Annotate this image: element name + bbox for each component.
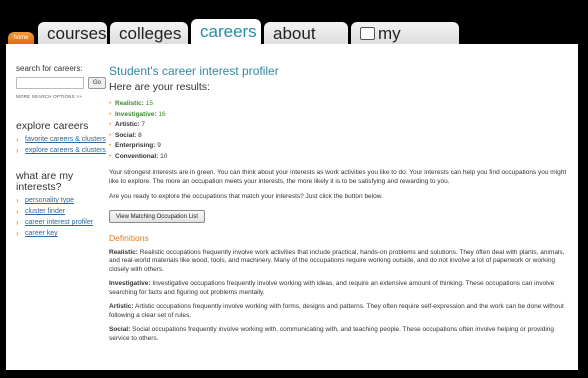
explore-careers-list: › favorite careers & clusters › explore ca… <box>16 136 108 155</box>
tab-careers[interactable]: careers <box>191 19 261 46</box>
definition-realistic: Realistic: Realistic occupations frequen… <box>109 249 571 275</box>
sidebar-item-favorite-careers[interactable]: › favorite careers & clusters <box>16 136 108 144</box>
tab-my-planner[interactable]: my planner <box>351 22 459 67</box>
sidebar-item-label: explore careers & clusters <box>25 147 106 154</box>
result-label: Investigative: <box>115 110 157 118</box>
interests-heading: what are my interests? <box>16 170 74 193</box>
result-value: 10 <box>160 152 168 160</box>
more-search-options-link[interactable]: MORE SEARCH OPTIONS >> <box>16 94 108 99</box>
window-frame: home courses colleges careers about me m… <box>0 0 588 378</box>
arrow-icon: › <box>16 218 19 227</box>
sidebar-item-career-key[interactable]: › career key <box>16 230 108 238</box>
arrow-icon: › <box>16 146 19 155</box>
bullet-icon: • <box>109 110 112 118</box>
sidebar-item-personality-type[interactable]: › personality type <box>16 197 108 205</box>
result-label: Conventional: <box>115 152 159 160</box>
result-value: 16 <box>158 110 166 118</box>
view-matching-occupations-button[interactable]: View Matching Occupation List <box>109 209 205 223</box>
page-title: Student's career interest profiler <box>109 64 279 78</box>
definition-term: Investigative: <box>109 280 151 287</box>
sidebar: search for careers: Go MORE SEARCH OPTIO… <box>16 64 108 241</box>
sidebar-item-label: favorite careers & clusters <box>25 136 106 143</box>
results-list: • Realistic: 15 • Investigative: 16 • Artis… <box>109 99 571 162</box>
result-label: Artistic: <box>115 121 140 128</box>
bullet-icon: • <box>109 100 112 107</box>
tab-about-me[interactable]: about me <box>264 22 348 67</box>
explore-careers-heading: explore careers <box>16 120 89 132</box>
search-label: search for careers: <box>16 64 83 73</box>
result-conventional: • Conventional: 10 <box>109 152 571 163</box>
result-label: Enterprising: <box>115 142 156 149</box>
result-social: • Social: 8 <box>109 131 571 142</box>
planner-icon <box>360 27 375 40</box>
bullet-icon: • <box>109 142 112 149</box>
definition-text: Realistic occupations frequently involve… <box>109 248 565 273</box>
arrow-icon: › <box>16 196 19 205</box>
tab-colleges[interactable]: colleges <box>110 22 188 46</box>
search-input[interactable] <box>16 77 84 89</box>
interests-explanation: Your strongest interests are in green. Y… <box>109 169 567 185</box>
sidebar-item-label: career key <box>25 230 58 237</box>
tab-courses[interactable]: courses <box>38 22 107 46</box>
result-realistic: • Realistic: 15 <box>109 99 571 110</box>
result-value: 7 <box>141 121 145 128</box>
result-value: 8 <box>138 131 142 139</box>
home-tab[interactable]: home <box>8 32 34 44</box>
definition-text: Social occupations frequently involve wo… <box>109 326 555 342</box>
definitions-heading: Definitions <box>109 232 149 243</box>
explore-prompt: Are you ready to explore the occupations… <box>109 193 383 200</box>
definition-investigative: Investigative: Investigative occupations… <box>109 280 571 297</box>
definition-text: Investigative occupations frequently inv… <box>109 280 555 296</box>
bullet-icon: • <box>109 121 112 128</box>
go-button[interactable]: Go <box>88 77 106 89</box>
sidebar-item-label: cluster finder <box>25 208 66 215</box>
arrow-icon: › <box>16 207 19 216</box>
sidebar-item-label: career interest profiler <box>25 219 94 226</box>
result-artistic: • Artistic: 7 <box>109 120 571 131</box>
definition-term: Realistic: <box>109 248 138 256</box>
result-investigative: • Investigative: 16 <box>109 110 571 121</box>
bullet-icon: • <box>109 152 112 160</box>
result-value: 15 <box>145 100 153 107</box>
definition-term: Artistic: <box>109 303 134 310</box>
arrow-icon: › <box>16 229 19 238</box>
sidebar-item-career-interest-profiler[interactable]: › career interest profiler <box>16 219 108 227</box>
top-navigation: home courses colleges careers about me m… <box>6 6 582 67</box>
page-content: search for careers: Go MORE SEARCH OPTIO… <box>6 44 578 370</box>
interests-list: › personality type › cluster finder › caree… <box>16 197 108 238</box>
bullet-icon: • <box>109 131 112 139</box>
result-enterprising: • Enterprising: 9 <box>109 141 571 152</box>
result-label: Social: <box>115 131 137 139</box>
definition-text: Artistic occupations frequently involve … <box>109 303 564 319</box>
arrow-icon: › <box>16 135 19 144</box>
search-row: Go <box>16 77 108 89</box>
sidebar-item-explore-careers[interactable]: › explore careers & clusters <box>16 147 108 155</box>
sidebar-item-cluster-finder[interactable]: › cluster finder <box>16 208 108 216</box>
main-panel: Student's career interest profiler Here … <box>109 64 571 343</box>
result-label: Realistic: <box>115 100 144 107</box>
sidebar-item-label: personality type <box>25 197 75 204</box>
definition-artistic: Artistic: Artistic occupations frequentl… <box>109 303 571 320</box>
result-value: 9 <box>157 142 161 149</box>
definition-social: Social: Social occupations frequently in… <box>109 326 571 343</box>
results-subtitle: Here are your results: <box>109 81 210 93</box>
definition-term: Social: <box>109 326 131 333</box>
